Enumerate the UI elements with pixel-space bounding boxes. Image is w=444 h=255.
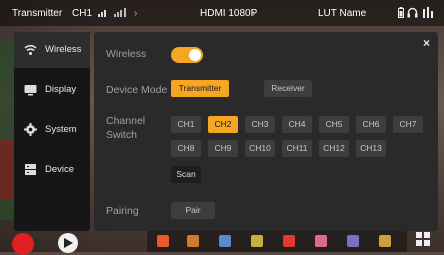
receiver-mode-button[interactable]: Receiver xyxy=(264,80,312,97)
channel-button-ch5[interactable]: CH5 xyxy=(319,116,349,133)
channel-button-ch2[interactable]: CH2 xyxy=(208,116,238,133)
channel-button-ch4[interactable]: CH4 xyxy=(282,116,312,133)
pairing-label: Pairing xyxy=(106,205,139,217)
chevron-right-icon: › xyxy=(252,8,256,19)
wireless-settings-panel: × Wireless Device Mode Transmitter Recei… xyxy=(94,32,438,231)
wifi-icon xyxy=(24,43,37,56)
transmitter-mode-button[interactable]: Transmitter xyxy=(171,80,229,97)
sidebar-item-label: Display xyxy=(45,84,77,95)
channel-button-ch8[interactable]: CH8 xyxy=(171,140,201,157)
play-icon xyxy=(64,238,73,248)
sidebar-item-device[interactable]: Device xyxy=(14,152,90,188)
signal-icon-2 xyxy=(114,8,128,20)
channel-button-ch12[interactable]: CH12 xyxy=(319,140,349,157)
audio-level-icon xyxy=(423,7,433,21)
channel-switch-label-line2: Switch xyxy=(106,129,137,141)
focus-assist-tool-icon[interactable] xyxy=(219,235,231,247)
status-channel: CH1 xyxy=(72,8,93,19)
wireless-label: Wireless xyxy=(106,48,147,60)
toggle-knob xyxy=(189,49,201,61)
channel-button-ch11[interactable]: CH11 xyxy=(282,140,312,157)
false-color-tool-icon[interactable] xyxy=(283,235,295,247)
sidebar-item-label: Wireless xyxy=(45,44,82,55)
sidebar-item-display[interactable]: Display xyxy=(14,72,90,108)
zebra-tool-icon[interactable] xyxy=(251,235,263,247)
status-mode: Transmitter xyxy=(12,8,63,19)
channel-button-ch10[interactable]: CH10 xyxy=(245,140,275,157)
settings-sidebar: Wireless Display System Device xyxy=(14,32,90,231)
zoom-tool-icon[interactable] xyxy=(379,235,391,247)
channel-button-ch9[interactable]: CH9 xyxy=(208,140,238,157)
display-icon xyxy=(24,83,37,96)
frame-guide-tool-icon[interactable] xyxy=(347,235,359,247)
histogram-tool-icon[interactable] xyxy=(187,235,199,247)
lut-name: LUT Name xyxy=(318,8,367,19)
signal-icon xyxy=(98,8,108,20)
sidebar-item-system[interactable]: System xyxy=(14,112,90,148)
channel-switch-label-line1: Channel xyxy=(106,115,146,127)
close-icon[interactable]: × xyxy=(423,36,430,50)
channel-button-ch7[interactable]: CH7 xyxy=(393,116,423,133)
battery-icon xyxy=(398,7,404,21)
status-bar: Transmitter CH1 › HDMI 1080P › LUT Name xyxy=(0,0,444,26)
vectorscope-tool-icon[interactable] xyxy=(315,235,327,247)
play-button[interactable] xyxy=(58,233,78,253)
channel-button-ch3[interactable]: CH3 xyxy=(245,116,275,133)
chevron-right-icon: › xyxy=(134,8,138,19)
channel-button-ch1[interactable]: CH1 xyxy=(171,116,201,133)
wireless-toggle[interactable] xyxy=(171,47,203,63)
sidebar-item-label: System xyxy=(45,124,77,135)
sidebar-item-label: Device xyxy=(45,164,75,175)
video-format: HDMI 1080P xyxy=(200,8,258,19)
sidebar-item-wireless[interactable]: Wireless xyxy=(14,32,90,68)
scan-button[interactable]: Scan xyxy=(171,166,201,183)
waveform-tool-icon[interactable] xyxy=(157,235,169,247)
tool-dock xyxy=(147,231,407,252)
device-icon xyxy=(24,163,37,176)
headphone-icon xyxy=(407,7,418,21)
grid-menu-icon[interactable] xyxy=(416,232,430,246)
device-mode-label: Device Mode xyxy=(106,84,168,96)
channel-button-ch13[interactable]: CH13 xyxy=(356,140,386,157)
gear-icon xyxy=(24,123,37,136)
pair-button[interactable]: Pair xyxy=(171,202,215,219)
channel-button-ch6[interactable]: CH6 xyxy=(356,116,386,133)
